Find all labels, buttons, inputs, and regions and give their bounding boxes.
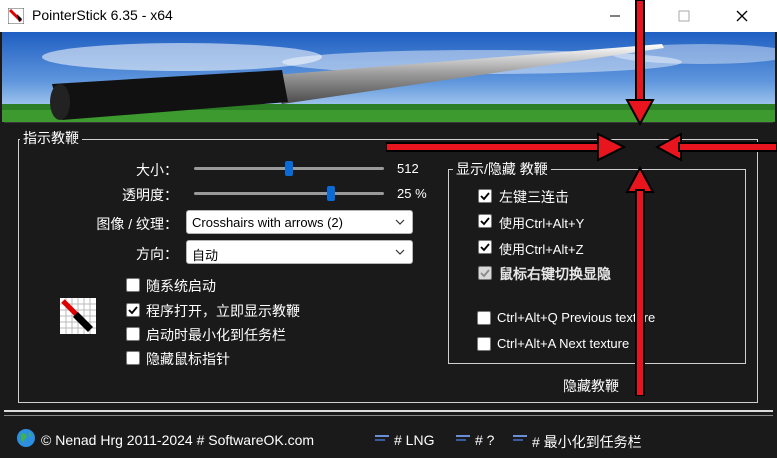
size-label: 大小：	[136, 162, 178, 178]
texture-select-value: Crosshairs with arrows (2)	[192, 215, 343, 230]
globe-icon[interactable]	[16, 428, 36, 448]
show-ctrl-alt-z-label[interactable]: 使用Ctrl+Alt+Z	[499, 239, 584, 258]
help-menu-icon	[456, 435, 470, 441]
checkmark-icon	[128, 306, 138, 315]
lng-menu-icon	[375, 435, 389, 441]
minimize-tray-icon	[513, 435, 527, 441]
next-texture-label[interactable]: Ctrl+Alt+A Next texture	[497, 336, 629, 351]
opacity-slider-track	[194, 192, 384, 195]
crosshair-arrow-right	[654, 132, 777, 162]
status-divider-top	[4, 410, 773, 412]
checkmark-icon	[480, 269, 490, 278]
prev-texture-checkbox[interactable]	[477, 311, 491, 325]
show-ctrl-alt-y-label[interactable]: 使用Ctrl+Alt+Y	[499, 213, 584, 232]
option-autostart-checkbox[interactable]	[126, 278, 140, 292]
opacity-label: 透明度：	[122, 187, 178, 203]
maximize-button[interactable]	[661, 0, 707, 32]
copyright-link[interactable]: © Nenad Hrg 2011-2024 # SoftwareOK.com	[41, 432, 314, 448]
status-bar: © Nenad Hrg 2011-2024 # SoftwareOK.com #…	[0, 422, 777, 458]
show-triple-click-checkbox[interactable]	[478, 189, 492, 203]
show-triple-click-label[interactable]: 左键三连击	[499, 187, 569, 207]
close-button[interactable]	[719, 0, 765, 32]
app-icon	[8, 8, 24, 24]
opacity-value: 25 %	[397, 186, 427, 201]
crosshair-arrow-left	[385, 132, 627, 162]
direction-select-value: 自动	[192, 248, 219, 263]
app-window: PointerStick 6.35 - x64 指示教鞭 大小： 512 透明度…	[0, 0, 777, 458]
size-value: 512	[397, 161, 419, 176]
close-icon	[736, 10, 748, 22]
option-autostart-label[interactable]: 随系统启动	[146, 276, 216, 296]
texture-select[interactable]: Crosshairs with arrows (2)	[186, 210, 413, 234]
show-ctrl-alt-y-checkbox[interactable]	[478, 214, 492, 228]
size-slider-thumb[interactable]	[285, 161, 293, 176]
option-hide-cursor-label[interactable]: 隐藏鼠标指针	[146, 349, 230, 369]
option-start-minimized-checkbox[interactable]	[126, 327, 140, 341]
next-texture-checkbox[interactable]	[477, 337, 491, 351]
chevron-down-icon	[395, 249, 405, 255]
opacity-slider-thumb[interactable]	[327, 186, 335, 201]
language-link[interactable]: # LNG	[394, 432, 434, 448]
crosshair-arrow-top	[625, 0, 655, 127]
checkmark-icon	[480, 243, 490, 252]
checkmark-icon	[480, 192, 490, 201]
banner-image	[2, 32, 775, 122]
minimize-to-tray-link[interactable]: # 最小化到任务栏	[532, 432, 642, 452]
banner-divider	[4, 122, 773, 123]
group-pointer-title: 指示教鞭	[20, 128, 82, 148]
option-start-minimized-label[interactable]: 启动时最小化到任务栏	[146, 325, 286, 345]
direction-label: 方向：	[136, 246, 178, 262]
title-bar[interactable]: PointerStick 6.35 - x64	[0, 0, 777, 32]
minimize-icon	[610, 15, 620, 17]
maximize-icon	[678, 10, 690, 22]
option-show-on-open-checkbox[interactable]	[126, 303, 140, 317]
window-title: PointerStick 6.35 - x64	[32, 7, 173, 23]
size-slider[interactable]	[194, 161, 384, 176]
status-divider-bottom	[4, 415, 773, 416]
show-right-click-label[interactable]: 鼠标右键切换显隐	[499, 264, 611, 284]
show-right-click-checkbox[interactable]	[478, 266, 492, 280]
direction-select[interactable]: 自动	[186, 240, 413, 264]
help-link[interactable]: # ?	[475, 432, 494, 448]
opacity-slider[interactable]	[194, 186, 384, 201]
checkmark-icon	[480, 217, 490, 226]
texture-label: 图像 / 纹理：	[96, 216, 178, 232]
hide-pointer-link[interactable]: 隐藏教鞭	[563, 376, 619, 396]
chevron-down-icon	[395, 219, 405, 225]
option-show-on-open-label[interactable]: 程序打开，立即显示教鞭	[146, 301, 300, 321]
option-hide-cursor-checkbox[interactable]	[126, 351, 140, 365]
crosshair-arrow-bottom	[625, 165, 655, 397]
pointer-preview-icon	[60, 298, 96, 334]
show-ctrl-alt-z-checkbox[interactable]	[478, 240, 492, 254]
